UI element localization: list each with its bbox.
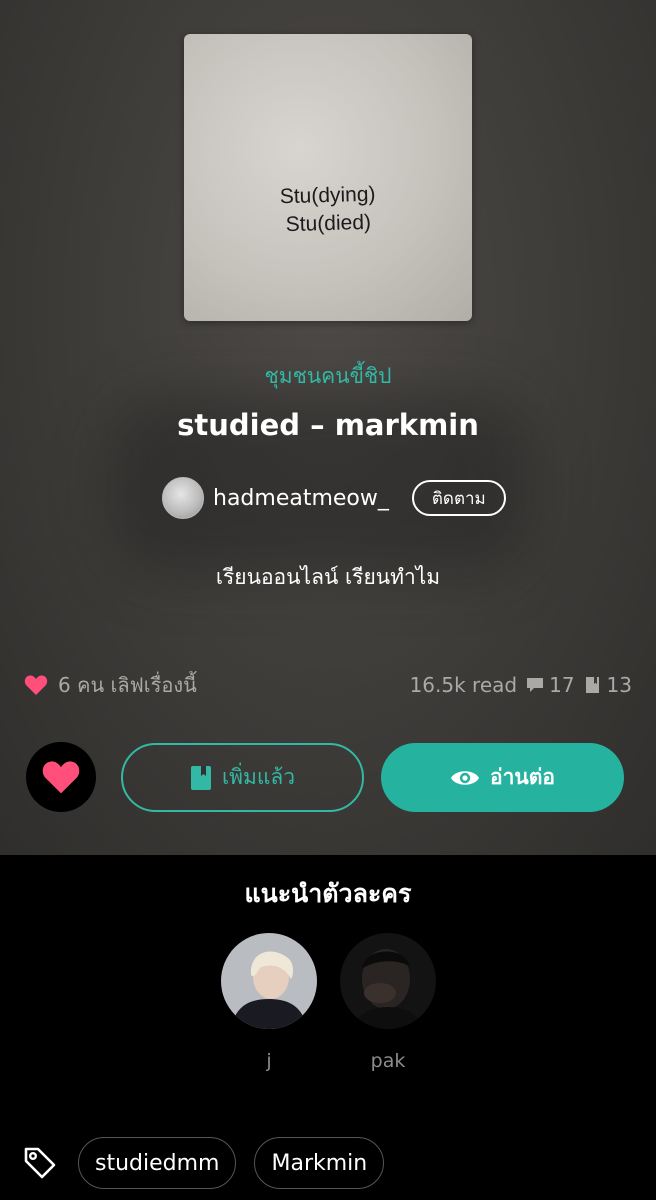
tag-icon — [24, 1147, 56, 1179]
tags-row: studiedmm Markmin — [22, 1136, 402, 1190]
character-j[interactable]: j — [221, 933, 317, 1072]
character-name: pak — [370, 1050, 406, 1072]
category-link[interactable]: ชุมชนคนขี้ชิป — [0, 360, 656, 393]
tag-chip[interactable]: Markmin — [254, 1137, 385, 1189]
character-avatar — [340, 933, 436, 1029]
heart-icon — [24, 675, 48, 695]
character-name: j — [266, 1050, 272, 1072]
story-stats: 6 คน เลิฟเรื่องนี้ 16.5k read 17 13 — [24, 670, 632, 700]
love-button[interactable] — [26, 742, 96, 812]
book-icon — [585, 677, 599, 693]
author-name[interactable]: hadmeatmeow_ — [213, 486, 389, 511]
story-header: Stu(dying) Stu(died) ชุมชนคนขี้ชิป studi… — [0, 0, 656, 855]
read-label: อ่านต่อ — [489, 765, 555, 789]
characters-title: แนะนำตัวละคร — [244, 879, 412, 908]
read-count: 16.5k read — [409, 673, 518, 697]
heart-icon — [42, 761, 80, 794]
tag-chip[interactable]: studiedmm — [78, 1137, 237, 1189]
author-row: hadmeatmeow_ ติดตาม — [162, 477, 506, 519]
continue-reading-button[interactable]: อ่านต่อ — [381, 743, 624, 812]
counts: 16.5k read 17 13 — [410, 673, 632, 697]
character-avatar — [221, 933, 317, 1029]
eye-icon — [450, 768, 480, 788]
author-avatar[interactable] — [162, 477, 204, 519]
follow-button[interactable]: ติดตาม — [411, 480, 506, 516]
character-pak[interactable]: pak — [340, 933, 436, 1072]
likes-stat: 6 คน เลิฟเรื่องนี้ — [24, 669, 197, 701]
comment-count: 17 — [549, 673, 575, 697]
added-to-library-button[interactable]: เพิ่มแล้ว — [121, 743, 364, 812]
story-title: studied – markmin — [177, 408, 479, 442]
likes-text: 6 คน เลิฟเรื่องนี้ — [58, 673, 197, 697]
comment-icon — [527, 678, 544, 692]
bookmark-book-icon — [190, 765, 212, 791]
story-description: เรียนออนไลน์ เรียนทำไม — [215, 565, 441, 589]
cover-text: Stu(dying) Stu(died) — [184, 178, 472, 242]
story-cover-image[interactable]: Stu(dying) Stu(died) — [184, 34, 472, 321]
action-bar: เพิ่มแล้ว อ่านต่อ — [0, 742, 656, 814]
chapter-count: 13 — [606, 673, 632, 697]
added-label: เพิ่มแล้ว — [221, 765, 296, 789]
